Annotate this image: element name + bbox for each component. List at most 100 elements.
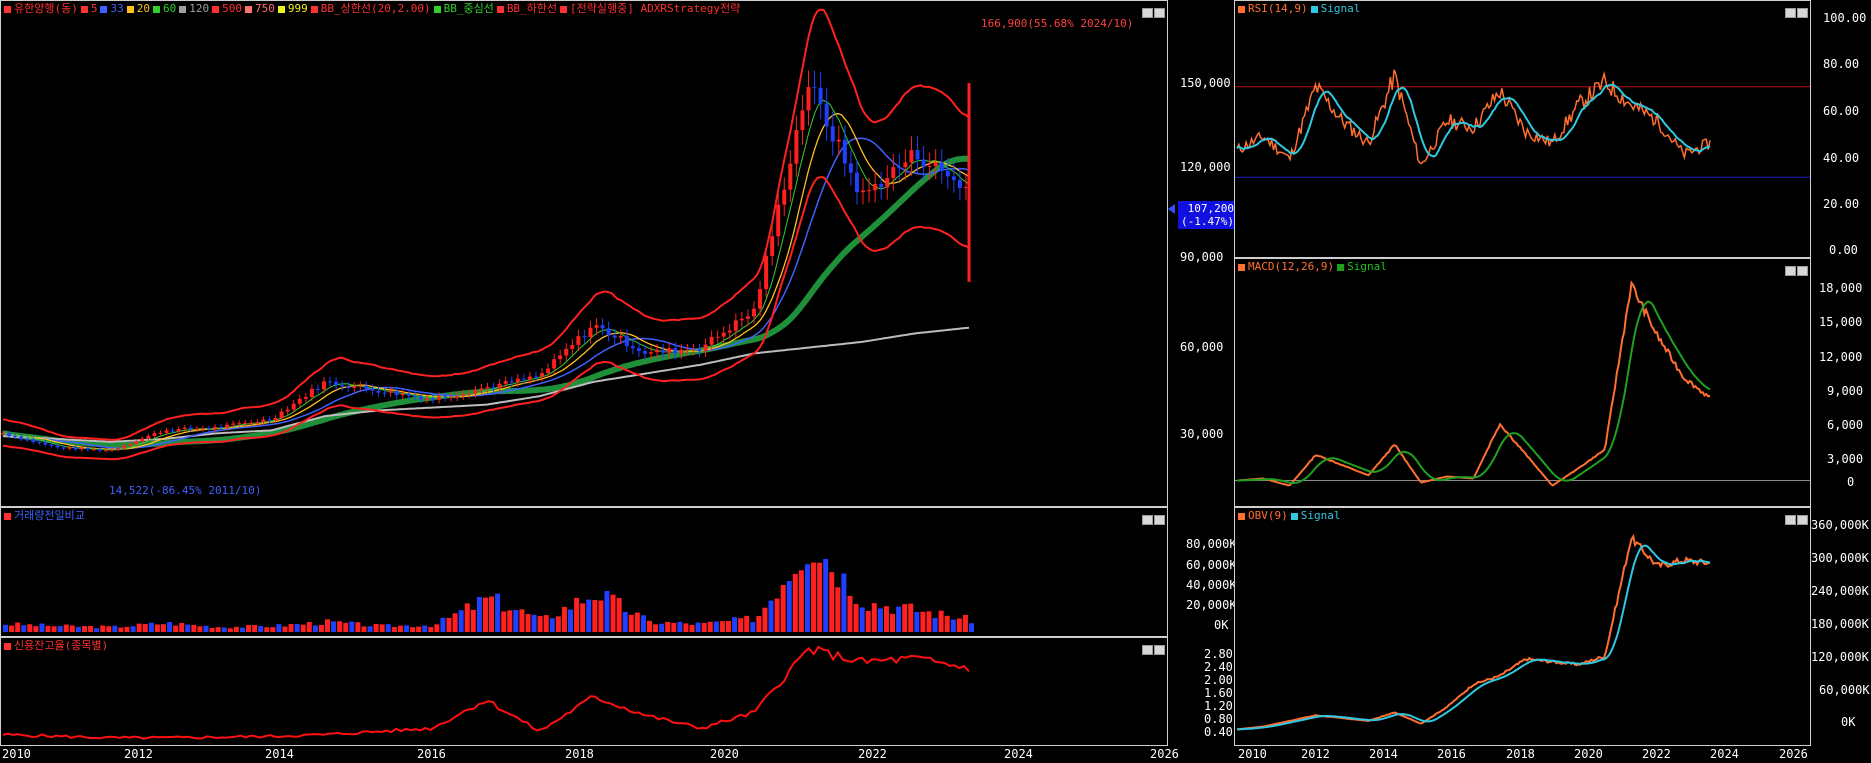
candle-body <box>103 450 108 452</box>
candle-body <box>861 190 866 193</box>
volume-bar <box>367 626 373 632</box>
candle-body <box>394 390 399 396</box>
rsi-line <box>1236 69 1711 165</box>
volume-bar <box>859 607 865 632</box>
candle-body <box>267 419 272 421</box>
obv-tick: 300,000K <box>1811 551 1869 565</box>
candle-body <box>400 393 405 396</box>
volume-bar <box>391 627 397 632</box>
candle-body <box>225 424 230 428</box>
volume-bar <box>312 625 318 632</box>
volume-bar <box>373 623 379 632</box>
candle-body <box>1 433 5 435</box>
x-tick: 2024 <box>1004 747 1033 761</box>
last-price-tag: 107,200 (-1.47%) <box>1178 201 1237 229</box>
candle-body <box>424 398 429 400</box>
macd-line <box>1236 280 1711 487</box>
candle-body <box>491 387 496 389</box>
candle-body <box>691 349 696 351</box>
candle-body <box>818 87 823 104</box>
volume-bar <box>458 610 464 632</box>
candle-body <box>352 386 357 388</box>
volume-bar <box>962 614 968 632</box>
candle-body <box>31 439 36 442</box>
volume-bar <box>3 624 8 632</box>
volume-bar <box>513 610 519 632</box>
volume-bar <box>804 564 810 632</box>
candle-body <box>443 396 448 398</box>
candle-body <box>739 318 744 321</box>
macd-tick: 15,000 <box>1819 315 1863 329</box>
volume-bar <box>106 626 112 632</box>
volume-bar <box>780 584 786 632</box>
volume-bar <box>525 614 531 632</box>
obv-tick: 180,000K <box>1811 617 1869 631</box>
volume-bar <box>865 610 871 632</box>
candle-body <box>164 430 169 433</box>
volume-axis: 80,000K 60,000K 40,000K 20,000K 0K <box>1168 507 1237 637</box>
candle-body <box>842 139 847 164</box>
candle-body <box>315 388 320 390</box>
volume-bar <box>628 614 634 632</box>
volume-bar <box>440 617 446 632</box>
credit-tick: 2.80 <box>1204 647 1233 661</box>
macd-chart[interactable] <box>1235 259 1810 506</box>
volume-bar <box>434 624 440 632</box>
x-tick: 2020 <box>1574 747 1603 761</box>
volume-bar <box>476 597 482 632</box>
rsi-tick: 100.00 <box>1823 11 1867 25</box>
volume-chart[interactable] <box>1 508 1167 636</box>
rsi-tick: 80.00 <box>1823 57 1860 71</box>
candle-body <box>588 327 593 338</box>
credit-tick: 2.40 <box>1204 660 1233 674</box>
volume-bar <box>112 625 118 632</box>
ma-20-line <box>2 113 970 451</box>
candle-body <box>376 390 381 393</box>
candle-body <box>703 344 708 352</box>
candle-body <box>606 328 611 336</box>
volume-bar <box>665 621 671 632</box>
obv-axis: 360,000K 300,000K 240,000K 180,000K 120,… <box>1811 507 1871 746</box>
rsi-chart[interactable] <box>1235 1 1810 257</box>
volume-bar <box>725 620 731 632</box>
volume-bar <box>768 600 774 632</box>
volume-bar <box>683 623 689 632</box>
price-tick: 150,000 <box>1180 76 1231 90</box>
candle-body <box>649 352 654 354</box>
x-tick: 2026 <box>1779 747 1808 761</box>
price-chart[interactable] <box>1 1 1167 506</box>
candle-body <box>206 428 211 430</box>
volume-bar <box>154 624 160 632</box>
candle-body <box>194 428 199 430</box>
candle-body <box>497 383 502 389</box>
volume-bar <box>69 625 75 632</box>
volume-bar <box>9 625 15 632</box>
volume-bar <box>896 606 902 632</box>
volume-bar <box>677 621 683 632</box>
candle-body <box>25 439 30 441</box>
volume-bar <box>792 573 798 632</box>
obv-chart[interactable] <box>1235 508 1810 745</box>
candle-body <box>334 381 339 386</box>
obv-tick: 120,000K <box>1811 650 1869 664</box>
x-tick: 2010 <box>2 747 31 761</box>
candle-body <box>291 403 296 410</box>
obv-tick: 240,000K <box>1811 584 1869 598</box>
volume-bar <box>817 562 823 632</box>
volume-bar <box>258 626 264 632</box>
volume-bar <box>908 603 914 632</box>
volume-bar <box>519 609 525 632</box>
macd-tick: 0 <box>1847 475 1855 489</box>
last-price: 107,200 <box>1187 202 1234 215</box>
candle-body <box>915 150 920 160</box>
candle-body <box>140 438 145 442</box>
candle-body <box>37 441 42 443</box>
candle-body <box>715 336 720 338</box>
volume-bar <box>592 600 598 632</box>
credit-chart[interactable] <box>1 638 1167 745</box>
volume-bar <box>689 624 695 632</box>
candle-body <box>182 427 187 430</box>
rsi-panel: RSI(14,9) Signal <box>1234 0 1811 258</box>
volume-bar <box>179 623 185 632</box>
volume-bar <box>160 624 166 632</box>
